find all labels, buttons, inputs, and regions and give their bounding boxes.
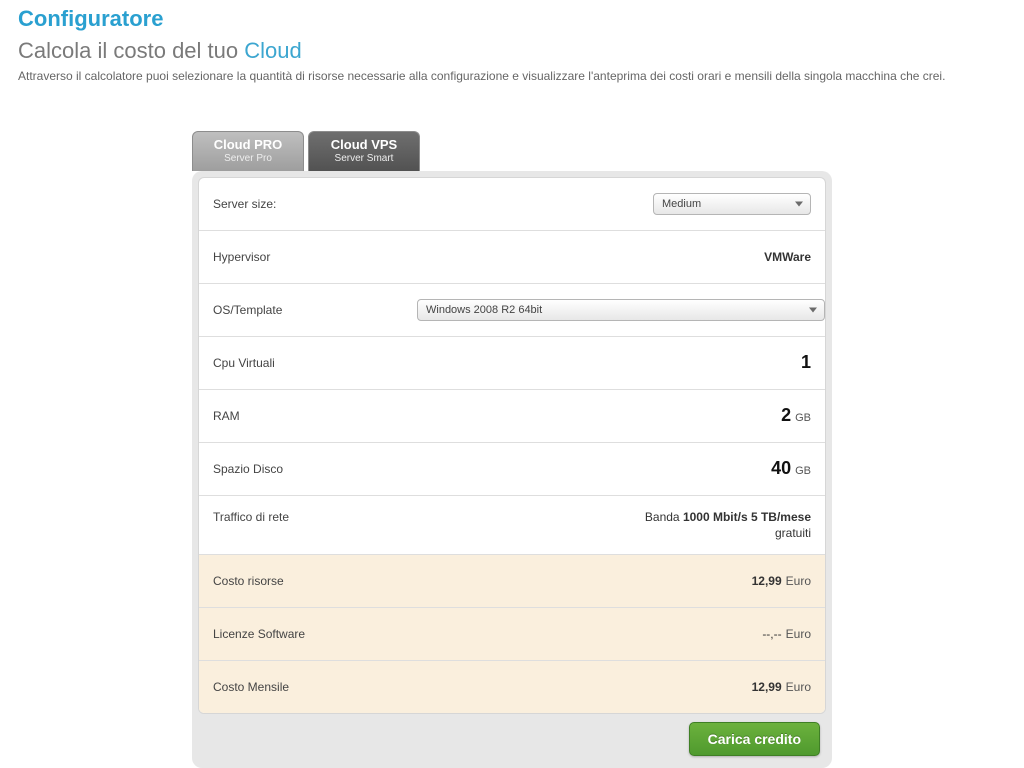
os-template-select-value: Windows 2008 R2 64bit (426, 304, 542, 316)
subtitle-accent: Cloud (244, 38, 301, 63)
server-size-select-value: Medium (662, 198, 701, 210)
server-size-select[interactable]: Medium (653, 193, 811, 215)
value-ram: 2 (781, 405, 791, 425)
page-description: Attraverso il calcolatore puoi seleziona… (18, 68, 978, 109)
subtitle-text: Calcola il costo del tuo (18, 38, 244, 63)
value-cpu: 1 (801, 352, 811, 372)
label-licenses: Licenze Software (213, 627, 373, 641)
tab-cloud-pro-subtitle: Server Pro (193, 153, 303, 165)
currency-licenses: Euro (786, 627, 811, 641)
page-title: Configuratore (18, 4, 1006, 38)
tab-cloud-vps-subtitle: Server Smart (309, 153, 419, 165)
page-subtitle: Calcola il costo del tuo Cloud (18, 38, 1006, 68)
row-hypervisor: Hypervisor VMWare (199, 230, 825, 283)
tab-cloud-vps-title: Cloud VPS (331, 137, 397, 152)
row-cost-monthly: Costo Mensile 12,99 Euro (199, 660, 825, 713)
value-disk: 40 (771, 458, 791, 478)
traffic-bold: 1000 Mbit/s 5 TB/mese (683, 510, 811, 524)
value-hypervisor: VMWare (764, 250, 811, 264)
panel-footer: Carica credito (198, 714, 826, 762)
unit-ram: GB (795, 412, 811, 424)
unit-disk: GB (795, 465, 811, 477)
configurator: Cloud PRO Server Pro Cloud VPS Server Sm… (192, 131, 832, 767)
label-server-size: Server size: (213, 197, 373, 211)
row-licenses: Licenze Software --,-- Euro (199, 607, 825, 660)
traffic-prefix: Banda (645, 510, 683, 524)
os-template-select[interactable]: Windows 2008 R2 64bit (417, 299, 825, 321)
currency-cost-resources: Euro (786, 574, 811, 588)
value-licenses: --,-- (762, 627, 781, 641)
currency-cost-monthly: Euro (786, 680, 811, 694)
label-hypervisor: Hypervisor (213, 250, 373, 264)
label-cost-resources: Costo risorse (213, 574, 373, 588)
value-cost-resources: 12,99 (752, 574, 782, 588)
value-cost-monthly: 12,99 (752, 680, 782, 694)
tab-cloud-vps[interactable]: Cloud VPS Server Smart (308, 131, 420, 170)
load-credit-button[interactable]: Carica credito (689, 722, 820, 756)
tab-cloud-pro[interactable]: Cloud PRO Server Pro (192, 131, 304, 170)
label-disk: Spazio Disco (213, 462, 373, 476)
label-ram: RAM (213, 409, 373, 423)
label-os-template: OS/Template (213, 303, 373, 317)
label-cost-monthly: Costo Mensile (213, 680, 373, 694)
label-cpu: Cpu Virtuali (213, 356, 373, 370)
label-traffic: Traffico di rete (213, 510, 373, 524)
tab-cloud-pro-title: Cloud PRO (214, 137, 283, 152)
row-cost-resources: Costo risorse 12,99 Euro (199, 554, 825, 607)
traffic-free: gratuiti (373, 526, 811, 540)
row-cpu: Cpu Virtuali 1 (199, 336, 825, 389)
configurator-panel: Server size: Medium Hypervisor VMWare OS… (192, 171, 832, 768)
tab-bar: Cloud PRO Server Pro Cloud VPS Server Sm… (192, 131, 832, 170)
row-ram: RAM 2 GB (199, 389, 825, 442)
row-server-size: Server size: Medium (199, 178, 825, 230)
row-disk: Spazio Disco 40 GB (199, 442, 825, 495)
row-os-template: OS/Template Windows 2008 R2 64bit (199, 283, 825, 336)
row-traffic: Traffico di rete Banda 1000 Mbit/s 5 TB/… (199, 495, 825, 554)
